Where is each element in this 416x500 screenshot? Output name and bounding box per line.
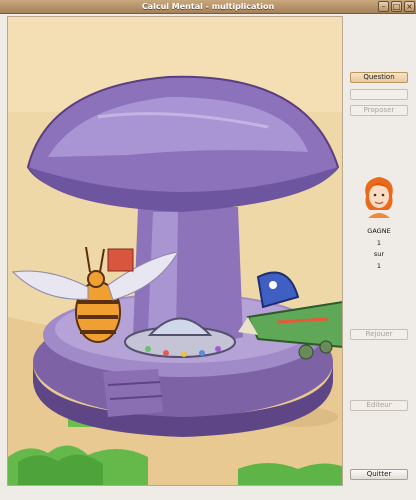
answer-input[interactable] [350,89,408,100]
app-window: Calcul Mental - multiplication – □ × Que… [0,0,416,500]
close-icon[interactable]: × [404,1,415,12]
proposer-button[interactable]: Proposer [350,105,408,116]
illustration-svg [8,17,342,485]
rejouer-button[interactable]: Rejouer [350,329,408,340]
control-panel: Question Proposer GAGNE 1 sur 1 Rejouer … [350,16,410,486]
score-value: 1 [376,239,382,247]
editeur-button[interactable]: Editeur [350,400,408,411]
score-total: 1 [376,262,382,270]
quitter-button[interactable]: Quitter [350,469,408,480]
title-bar[interactable]: Calcul Mental - multiplication – □ × [0,0,416,14]
score-separator: sur [373,250,385,258]
window-title: Calcul Mental - multiplication [141,2,275,11]
maximize-icon[interactable]: □ [391,1,402,12]
result-status: GAGNE [367,227,391,235]
question-button[interactable]: Question [350,72,408,83]
minimize-icon[interactable]: – [378,1,389,12]
avatar-icon [365,177,393,218]
game-illustration [7,16,343,486]
